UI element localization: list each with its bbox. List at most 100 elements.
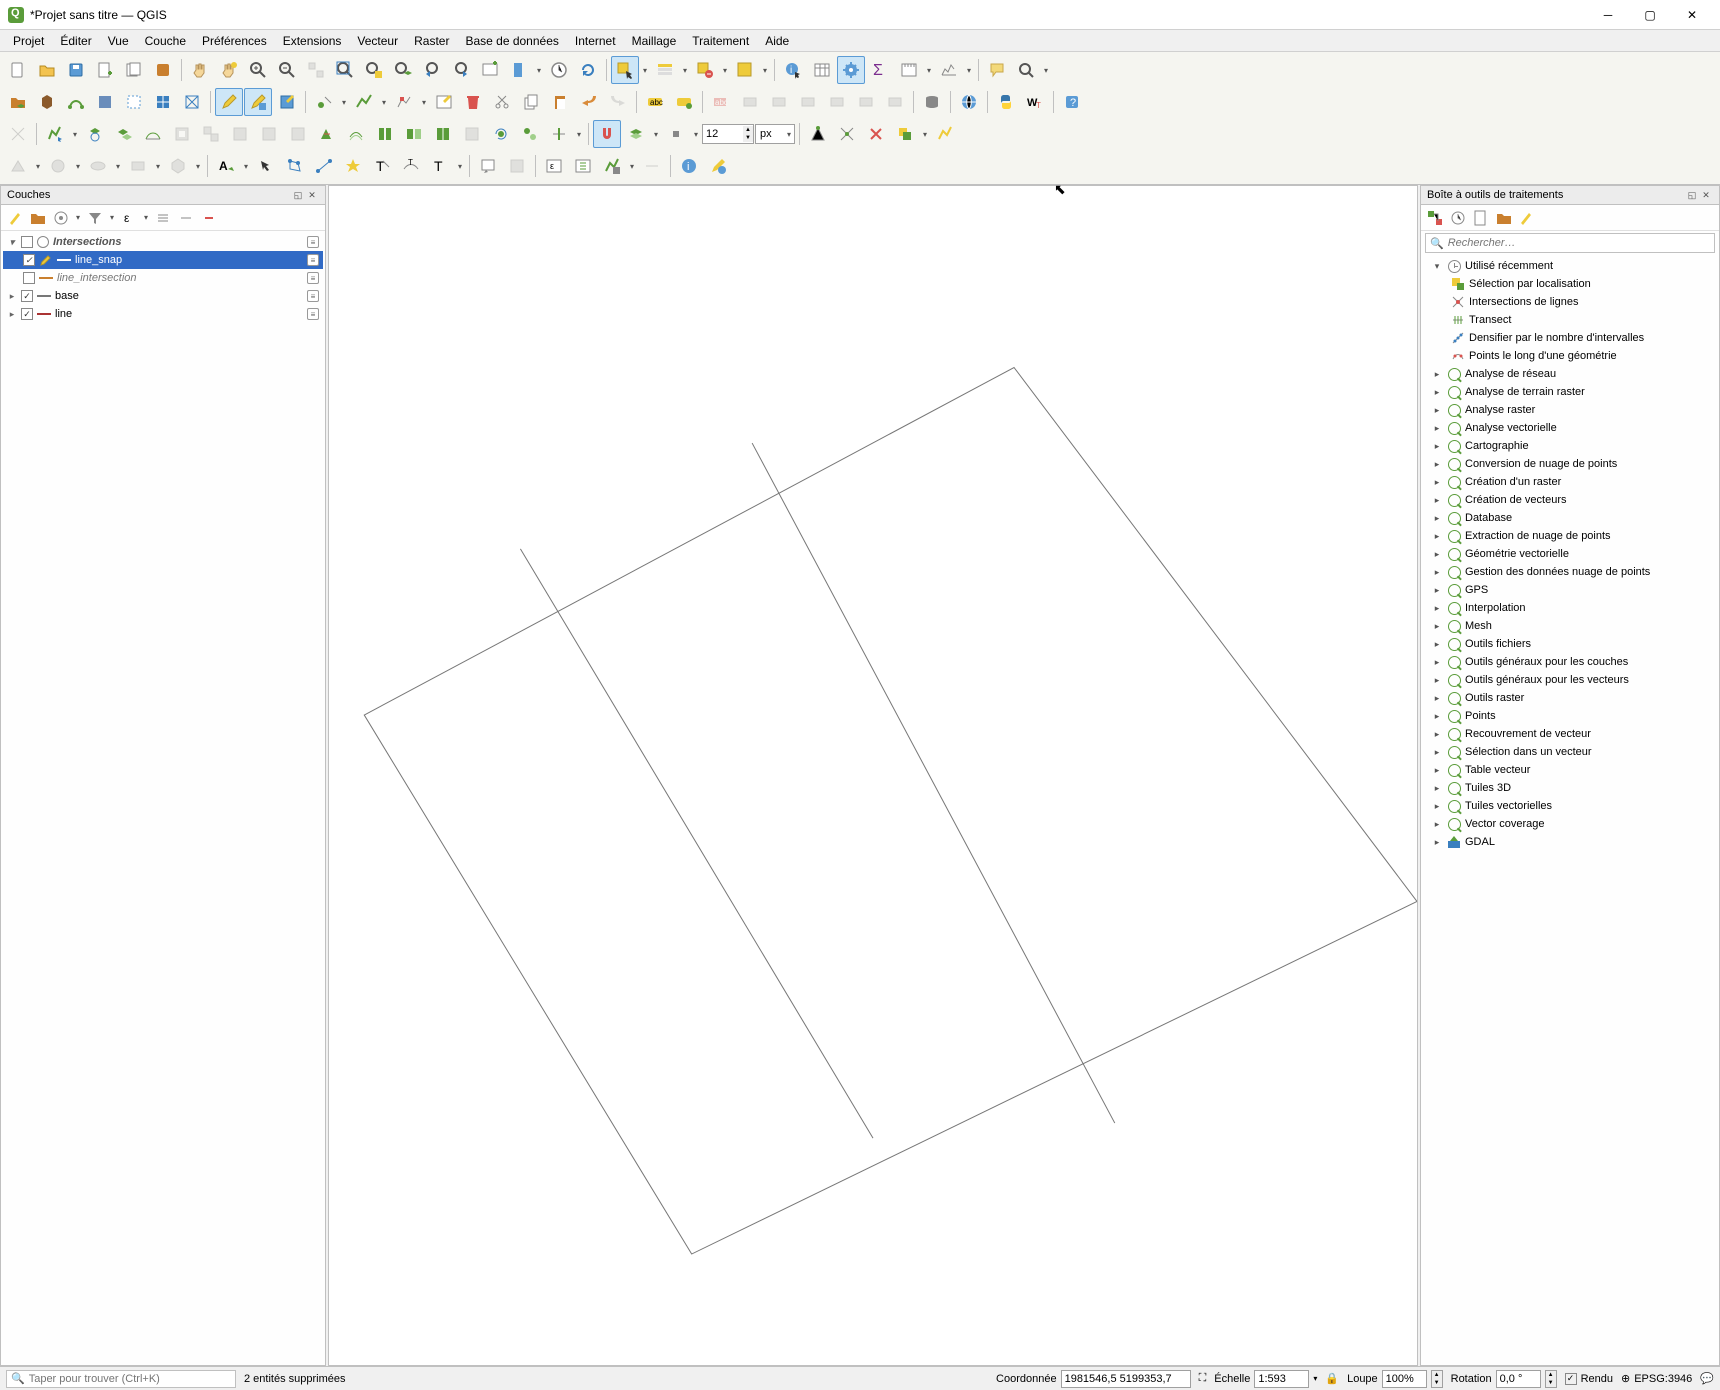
expand-icon[interactable]: ▸	[7, 291, 17, 302]
magnifier-input[interactable]	[1382, 1370, 1427, 1388]
vertex-tool-button[interactable]	[390, 88, 418, 116]
open-attribute-table-button[interactable]	[808, 56, 836, 84]
add-line-button[interactable]	[350, 88, 378, 116]
snapping-button[interactable]	[593, 120, 621, 148]
split-parts-button[interactable]	[400, 120, 428, 148]
edit-in-place-button[interactable]	[1493, 207, 1515, 229]
processing-group[interactable]: ▸Création de vecteurs	[1423, 491, 1717, 509]
menu-projet[interactable]: Projet	[6, 32, 51, 50]
menu-traitement[interactable]: Traitement	[685, 32, 756, 50]
layer-line-intersection[interactable]: line_intersection ≡	[3, 269, 323, 287]
processing-group[interactable]: ▸Database	[1423, 509, 1717, 527]
layer-line-snap[interactable]: ✓ line_snap ≡	[3, 251, 323, 269]
insert-expression-button[interactable]: ε	[540, 152, 568, 180]
offset-curve-button[interactable]	[342, 120, 370, 148]
text-annotation-button[interactable]: T	[368, 152, 396, 180]
processing-group[interactable]: ▸Recouvrement de vecteur	[1423, 725, 1717, 743]
avoid-overlap-dropdown[interactable]: ▾	[920, 120, 930, 148]
expand-icon[interactable]: ▾	[7, 237, 17, 248]
recent-group[interactable]: ▾ Utilisé récemment	[1423, 257, 1717, 275]
new-map-view-button[interactable]	[476, 56, 504, 84]
temporal-controller-button[interactable]	[545, 56, 573, 84]
menu-couche[interactable]: Couche	[138, 32, 193, 50]
layer-checkbox[interactable]: ✓	[21, 308, 33, 320]
paste-button[interactable]	[546, 88, 574, 116]
results-button[interactable]	[1470, 207, 1492, 229]
zoom-out-button[interactable]	[273, 56, 301, 84]
open-project-button[interactable]	[33, 56, 61, 84]
new-project-button[interactable]	[4, 56, 32, 84]
processing-group[interactable]: ▸GPS	[1423, 581, 1717, 599]
close-button[interactable]: ✕	[1672, 3, 1712, 27]
tracing-button[interactable]	[931, 120, 959, 148]
collapse-icon[interactable]: ▾	[1431, 261, 1443, 272]
new-print-layout-button[interactable]	[91, 56, 119, 84]
expand-icon[interactable]: ▸	[1431, 819, 1443, 830]
rotation-stepper[interactable]: ▲▼	[1545, 1370, 1557, 1388]
open-data-source-button[interactable]	[4, 88, 32, 116]
modify-attributes-button[interactable]	[430, 88, 458, 116]
algo-densifier[interactable]: Densifier par le nombre d'intervalles	[1423, 329, 1717, 347]
algo-selection-par-localisation[interactable]: Sélection par localisation	[1423, 275, 1717, 293]
processing-group[interactable]: ▸Cartographie	[1423, 437, 1717, 455]
menu-editer[interactable]: Éditer	[53, 32, 98, 50]
processing-group[interactable]: ▸Création d'un raster	[1423, 473, 1717, 491]
text-format-dropdown[interactable]: ▾	[455, 152, 465, 180]
expand-icon[interactable]: ▸	[1431, 423, 1443, 434]
expand-icon[interactable]: ▸	[1431, 747, 1443, 758]
expand-icon[interactable]: ▸	[1431, 711, 1443, 722]
zoom-last-button[interactable]	[418, 56, 446, 84]
expand-icon[interactable]: ▸	[1431, 405, 1443, 416]
processing-search-input[interactable]	[1448, 237, 1710, 249]
layer-base[interactable]: ▸ ✓ base ≡	[3, 287, 323, 305]
copy-button[interactable]	[517, 88, 545, 116]
identify-button[interactable]: i	[779, 56, 807, 84]
algo-transect[interactable]: Transect	[1423, 311, 1717, 329]
toolbox-button[interactable]	[837, 56, 865, 84]
measure-button[interactable]	[895, 56, 923, 84]
zoom-full-button[interactable]	[331, 56, 359, 84]
text-along-line-button[interactable]: T	[397, 152, 425, 180]
add-point-button[interactable]	[310, 88, 338, 116]
expand-icon[interactable]: ▸	[1431, 675, 1443, 686]
snap-layers-button[interactable]	[622, 120, 650, 148]
help-button[interactable]: ?	[1058, 88, 1086, 116]
extents-icon[interactable]: ⛶	[1199, 1372, 1207, 1385]
menu-maillage[interactable]: Maillage	[625, 32, 684, 50]
expand-icon[interactable]: ▸	[1431, 567, 1443, 578]
processing-group[interactable]: ▸Outils raster	[1423, 689, 1717, 707]
crs-button[interactable]: ⊕ EPSG:3946	[1621, 1372, 1692, 1385]
processing-panel-close-button[interactable]: ✕	[1699, 188, 1713, 202]
render-checkbox[interactable]: ✓	[1565, 1373, 1577, 1385]
expand-icon[interactable]: ▸	[1431, 801, 1443, 812]
processing-group[interactable]: ▸Interpolation	[1423, 599, 1717, 617]
expand-icon[interactable]: ▸	[1431, 549, 1443, 560]
add-line-dropdown[interactable]: ▾	[379, 88, 389, 116]
new-bookmark-button[interactable]	[505, 56, 533, 84]
menu-vecteur[interactable]: Vecteur	[350, 32, 405, 50]
rotate-feature-button[interactable]	[81, 120, 109, 148]
processing-group[interactable]: ▸Mesh	[1423, 617, 1717, 635]
expand-icon[interactable]: ▸	[1431, 387, 1443, 398]
processing-group[interactable]: ▸Table vecteur	[1423, 761, 1717, 779]
line-annotation-button[interactable]	[310, 152, 338, 180]
snap-tolerance-input[interactable]: ▲▼	[702, 124, 754, 144]
text-format-button[interactable]: T	[426, 152, 454, 180]
locator-search[interactable]: 🔍	[6, 1370, 236, 1388]
processing-group[interactable]: ▸Conversion de nuage de points	[1423, 455, 1717, 473]
insert-attribute-button[interactable]	[569, 152, 597, 180]
menu-aide[interactable]: Aide	[758, 32, 796, 50]
magnifier-stepper[interactable]: ▲▼	[1431, 1370, 1443, 1388]
expand-all-button[interactable]	[152, 207, 174, 229]
expand-icon[interactable]: ▸	[1431, 585, 1443, 596]
polygon-annotation-button[interactable]	[281, 152, 309, 180]
move-feature-dropdown[interactable]: ▾	[70, 120, 80, 148]
field-calc-dropdown[interactable]: ▾	[627, 152, 637, 180]
merge-features-button[interactable]	[429, 120, 457, 148]
menu-base-de-donnees[interactable]: Base de données	[458, 32, 565, 50]
select-all-button[interactable]	[731, 56, 759, 84]
expand-icon[interactable]: ▸	[1431, 765, 1443, 776]
toggle-editing-button[interactable]	[215, 88, 243, 116]
annotation-layer-button[interactable]: A	[212, 152, 240, 180]
coordinate-input[interactable]	[1061, 1370, 1191, 1388]
